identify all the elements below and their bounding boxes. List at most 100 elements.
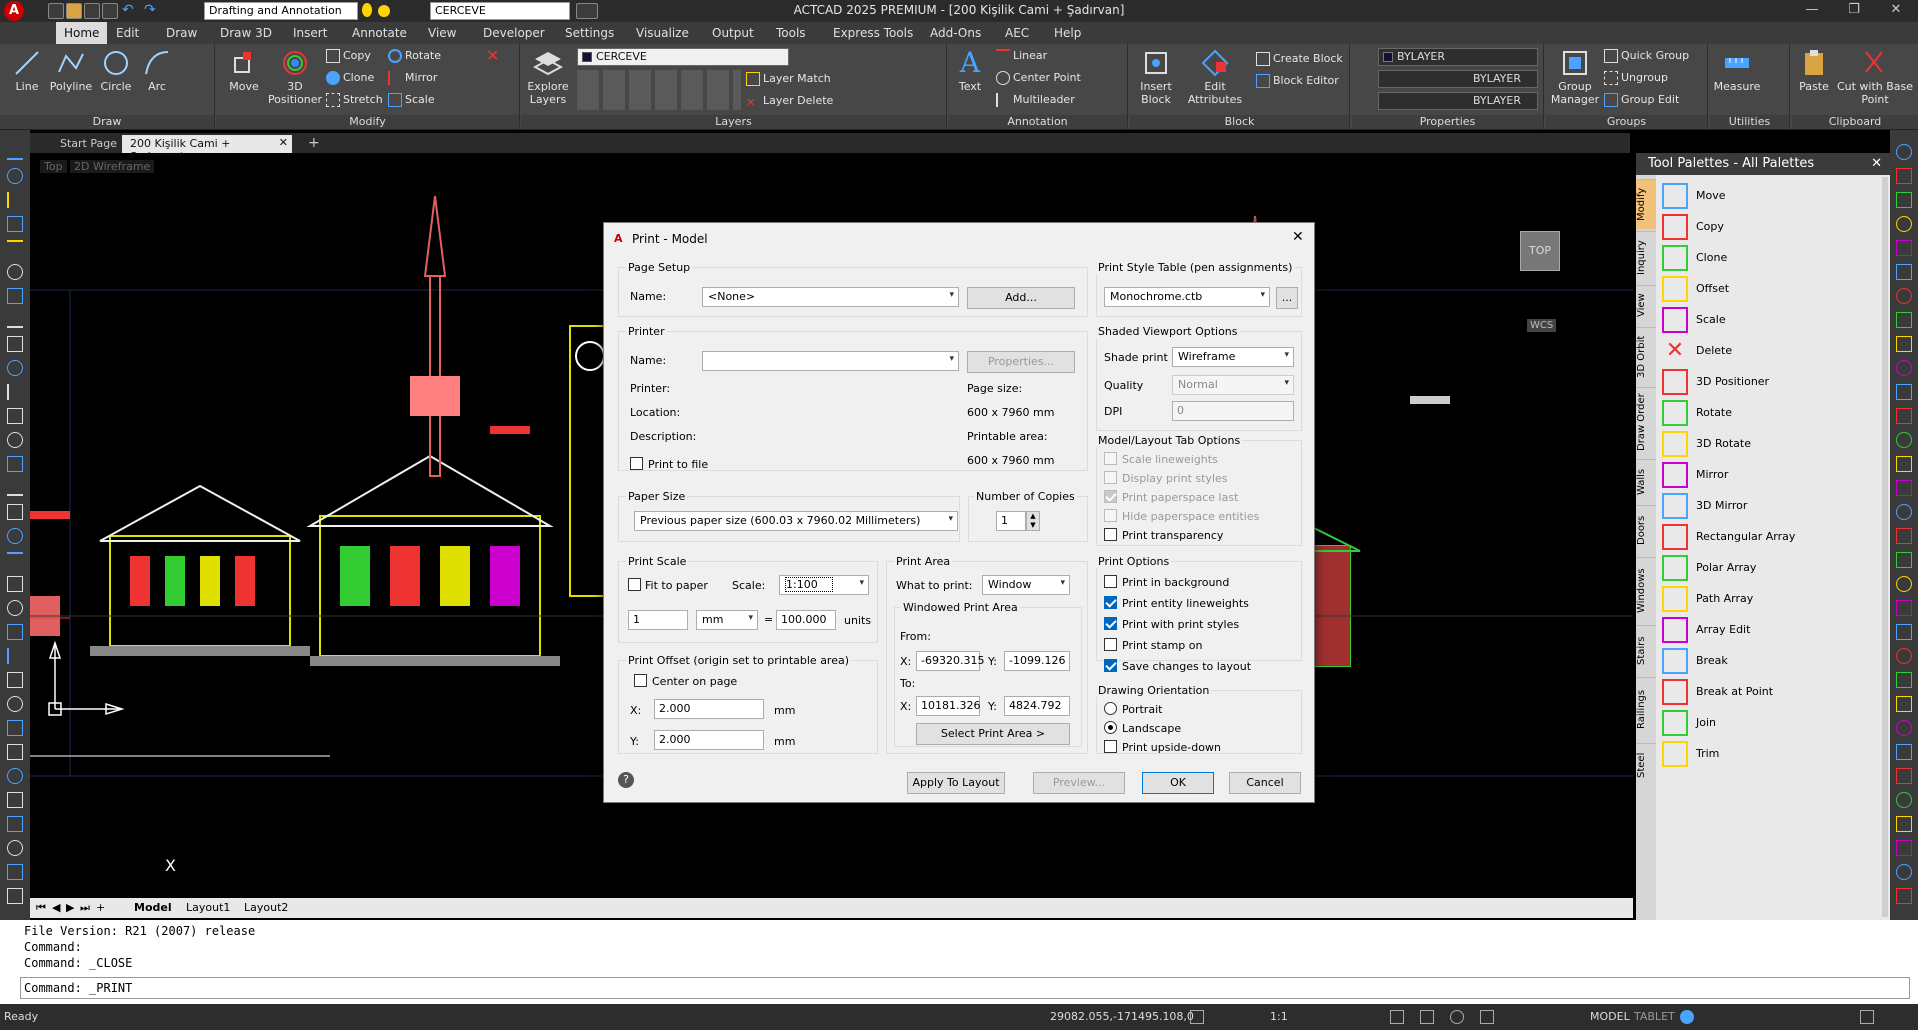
tool-icon[interactable] bbox=[1896, 480, 1912, 496]
properties-panel-title[interactable]: Properties bbox=[1352, 115, 1543, 129]
tool-icon[interactable] bbox=[1896, 792, 1912, 808]
cut-base-point-button[interactable]: Cut with Base Point bbox=[1836, 48, 1914, 106]
palette-item-move[interactable]: Move bbox=[1660, 181, 1880, 211]
color-select[interactable]: BYLAYER bbox=[1378, 48, 1538, 66]
tool-icon[interactable] bbox=[7, 144, 23, 160]
tool-icon[interactable] bbox=[1896, 600, 1912, 616]
tool-icon[interactable] bbox=[1896, 576, 1912, 592]
tab-current-drawing[interactable]: 200 Kişilik Cami + Şadırvan*✕ bbox=[122, 135, 292, 163]
tool-icon[interactable] bbox=[7, 840, 23, 856]
status-scale[interactable]: 1:1 bbox=[1270, 1010, 1288, 1023]
palette-item-clone[interactable]: Clone bbox=[1660, 243, 1880, 273]
tool-icon[interactable] bbox=[7, 624, 23, 640]
tool-icon[interactable] bbox=[1896, 816, 1912, 832]
palette-tab-doors[interactable]: Doors bbox=[1636, 505, 1656, 555]
tool-icon[interactable] bbox=[7, 504, 23, 520]
palette-item-polar-array[interactable]: Polar Array bbox=[1660, 553, 1880, 583]
fit-to-paper-checkbox[interactable] bbox=[628, 578, 641, 591]
tool-icon[interactable] bbox=[7, 360, 23, 376]
tab-draw3d[interactable]: Draw 3D bbox=[220, 26, 272, 40]
tool-icon[interactable] bbox=[1896, 696, 1912, 712]
command-input[interactable]: Command: _PRINT bbox=[20, 977, 1910, 999]
layout-tab-layout1[interactable]: Layout1 bbox=[186, 901, 230, 914]
center-on-page-label[interactable]: Center on page bbox=[652, 675, 737, 688]
tab-developer[interactable]: Developer bbox=[483, 26, 545, 40]
scale-lineweights-checkbox[interactable] bbox=[1104, 452, 1117, 465]
ungroup-button[interactable]: Ungroup bbox=[1604, 69, 1668, 87]
tab-home[interactable]: Home bbox=[56, 22, 108, 44]
tool-icon[interactable] bbox=[7, 648, 23, 664]
modify-panel-title[interactable]: Modify bbox=[216, 115, 519, 129]
tool-icon[interactable] bbox=[7, 576, 23, 592]
tool-icon[interactable] bbox=[1896, 720, 1912, 736]
layer-delete-button[interactable]: ✕ Layer Delete bbox=[746, 92, 833, 110]
linetype-select[interactable]: BYLAYER bbox=[1378, 70, 1538, 88]
page-setup-add-button[interactable]: Add... bbox=[967, 287, 1075, 309]
scale-left-input[interactable]: 1 bbox=[628, 610, 688, 630]
tab-help[interactable]: Help bbox=[1054, 26, 1081, 40]
fit-to-paper-label[interactable]: Fit to paper bbox=[645, 579, 708, 592]
print-stamp-checkbox[interactable] bbox=[1104, 638, 1117, 651]
tool-icon[interactable] bbox=[1896, 168, 1912, 184]
tool-icon[interactable] bbox=[7, 408, 23, 424]
scale-select[interactable]: 1:100 ▾ bbox=[779, 575, 869, 595]
tool-icon[interactable] bbox=[1896, 432, 1912, 448]
palette-item-trim[interactable]: Trim bbox=[1660, 739, 1880, 769]
palette-item-3d-mirror[interactable]: 3D Mirror bbox=[1660, 491, 1880, 521]
text-button[interactable]: A Text bbox=[952, 48, 988, 94]
tool-icon[interactable] bbox=[7, 312, 23, 328]
tool-icon[interactable] bbox=[1896, 840, 1912, 856]
tool-icon[interactable] bbox=[1896, 264, 1912, 280]
dialog-close-icon[interactable]: ✕ bbox=[1292, 229, 1304, 245]
palette-tab-draw-order[interactable]: Draw Order bbox=[1636, 387, 1656, 457]
tool-icon[interactable] bbox=[7, 480, 23, 496]
group-edit-button[interactable]: Group Edit bbox=[1604, 91, 1679, 109]
from-x-input[interactable]: -69320.315 bbox=[916, 651, 984, 671]
tab-view[interactable]: View bbox=[428, 26, 456, 40]
palette-item-path-array[interactable]: Path Array bbox=[1660, 584, 1880, 614]
tab-start-page[interactable]: Start Page bbox=[52, 135, 125, 153]
offset-y-input[interactable]: 2.000 bbox=[654, 730, 764, 750]
tool-icon[interactable] bbox=[1896, 216, 1912, 232]
style-table-edit-button[interactable]: ... bbox=[1276, 287, 1298, 309]
layout-nav-first[interactable]: ⏮ bbox=[36, 901, 46, 915]
portrait-radio[interactable] bbox=[1104, 702, 1117, 715]
from-y-input[interactable]: -1099.126 bbox=[1004, 651, 1070, 671]
palette-tab-stairs[interactable]: Stairs bbox=[1636, 625, 1656, 675]
layer-tool-grid[interactable] bbox=[577, 70, 741, 110]
tool-icon[interactable] bbox=[7, 264, 23, 280]
layout-tab-layout2[interactable]: Layout2 bbox=[244, 901, 288, 914]
tool-icon[interactable] bbox=[7, 888, 23, 904]
palette-item-join[interactable]: Join bbox=[1660, 708, 1880, 738]
line-button[interactable]: Line bbox=[8, 48, 46, 93]
tool-icon[interactable] bbox=[7, 456, 23, 472]
tool-icon[interactable] bbox=[7, 432, 23, 448]
fullscreen-icon[interactable] bbox=[1860, 1010, 1874, 1024]
group-manager-button[interactable]: Group Manager bbox=[1550, 48, 1600, 106]
annotation-panel-title[interactable]: Annotation bbox=[948, 115, 1127, 129]
layer-select[interactable]: CERCEVE bbox=[577, 48, 789, 66]
tool-icon[interactable] bbox=[7, 816, 23, 832]
block-panel-title[interactable]: Block bbox=[1130, 115, 1349, 129]
tool-icon[interactable] bbox=[7, 744, 23, 760]
edit-attributes-button[interactable]: Edit Attributes bbox=[1180, 48, 1250, 106]
tab-output[interactable]: Output bbox=[712, 26, 754, 40]
tool-icon[interactable] bbox=[1896, 648, 1912, 664]
apply-to-layout-button[interactable]: Apply To Layout bbox=[907, 772, 1005, 794]
snap-icon[interactable] bbox=[1190, 1010, 1204, 1024]
tool-icon[interactable] bbox=[7, 288, 23, 304]
tab-edit[interactable]: Edit bbox=[116, 26, 139, 40]
tool-icon[interactable] bbox=[1896, 312, 1912, 328]
status-tablet[interactable]: TABLET bbox=[1634, 1010, 1675, 1023]
offset-x-input[interactable]: 2.000 bbox=[654, 699, 764, 719]
tab-annotate[interactable]: Annotate bbox=[352, 26, 407, 40]
tool-icon[interactable] bbox=[1896, 744, 1912, 760]
tool-icon[interactable] bbox=[1896, 336, 1912, 352]
print-to-file-checkbox[interactable] bbox=[630, 457, 643, 470]
tool-icon[interactable] bbox=[1896, 384, 1912, 400]
settings-gear-icon[interactable] bbox=[1680, 1010, 1694, 1024]
paste-button[interactable]: Paste bbox=[1794, 48, 1834, 93]
tool-icon[interactable] bbox=[7, 216, 23, 232]
viewport-label-view[interactable]: Top bbox=[40, 160, 67, 173]
ortho-icon[interactable] bbox=[1420, 1010, 1434, 1024]
